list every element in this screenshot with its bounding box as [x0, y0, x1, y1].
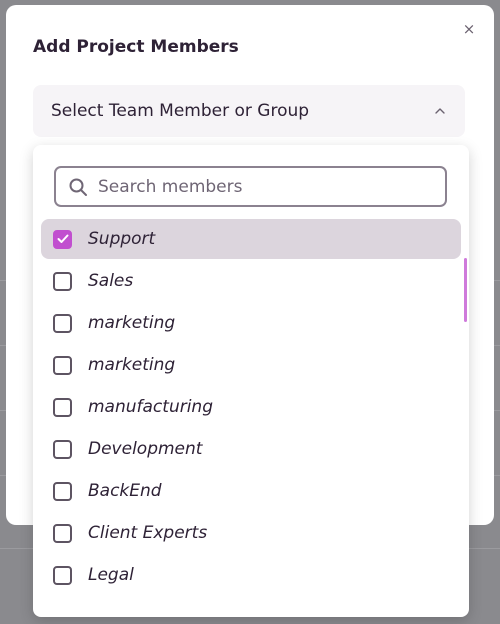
- checkbox[interactable]: [53, 229, 72, 249]
- member-option[interactable]: Sales: [41, 261, 461, 301]
- member-option-label: marketing: [88, 313, 176, 333]
- checkbox[interactable]: [53, 355, 72, 375]
- member-option-label: Sales: [88, 271, 134, 291]
- checkbox[interactable]: [53, 439, 72, 459]
- checkbox[interactable]: [53, 481, 72, 501]
- member-option-label: BackEnd: [88, 481, 162, 501]
- member-option-label: Client Experts: [88, 523, 208, 543]
- member-option[interactable]: Client Experts: [41, 513, 461, 553]
- member-option-label: Support: [88, 229, 156, 249]
- checkbox[interactable]: [53, 313, 72, 333]
- member-option[interactable]: BackEnd: [41, 471, 461, 511]
- member-option[interactable]: marketing: [41, 303, 461, 343]
- checkbox[interactable]: [53, 397, 72, 417]
- checkbox[interactable]: [53, 523, 72, 543]
- member-option[interactable]: Legal: [41, 555, 461, 595]
- member-select[interactable]: Select Team Member or Group: [33, 85, 465, 137]
- member-option[interactable]: manufacturing: [41, 387, 461, 427]
- chevron-up-icon: [433, 104, 447, 118]
- close-button[interactable]: ×: [460, 20, 478, 38]
- close-icon: ×: [462, 20, 476, 38]
- checkbox[interactable]: [53, 271, 72, 291]
- member-select-label: Select Team Member or Group: [51, 101, 310, 121]
- checkmark-icon: [57, 234, 68, 243]
- member-list: Support Sales marketing marketing manufactur…: [41, 219, 461, 597]
- member-option-label: marketing: [88, 355, 176, 375]
- search-box[interactable]: [54, 166, 447, 207]
- checkbox[interactable]: [53, 565, 72, 585]
- member-option[interactable]: marketing: [41, 345, 461, 385]
- modal-title: Add Project Members: [33, 37, 239, 57]
- search-icon: [68, 177, 88, 197]
- member-option-label: manufacturing: [88, 397, 213, 417]
- member-option-label: Development: [88, 439, 203, 459]
- member-option-label: Legal: [88, 565, 134, 585]
- member-dropdown: Support Sales marketing marketing manufactur…: [33, 145, 469, 617]
- member-option[interactable]: Support: [41, 219, 461, 259]
- search-input[interactable]: [98, 176, 433, 197]
- scrollbar-thumb[interactable]: [464, 258, 467, 322]
- member-option[interactable]: Development: [41, 429, 461, 469]
